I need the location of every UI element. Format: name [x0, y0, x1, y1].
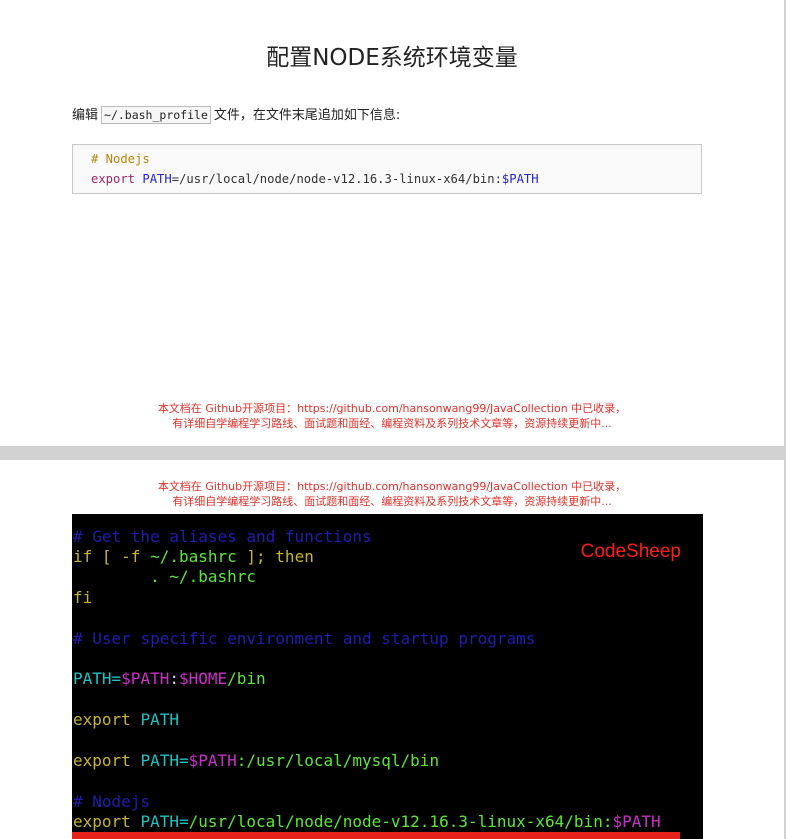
terminal-bin-path: /bin [227, 669, 266, 688]
terminal-path-var: PATH= [140, 751, 189, 770]
terminal-line-comment-user: # User specific environment and startup … [73, 629, 536, 648]
terminal-export-keyword: export [73, 710, 141, 729]
code-comment-line: # Nodejs [91, 152, 150, 166]
intro-paragraph: 编辑 ~/.bash_profile 文件，在文件末尾追加如下信息: [72, 104, 401, 124]
terminal-if-keyword: if [ -f [73, 547, 151, 566]
code-export-line: export PATH=/usr/local/node/node-v12.16.… [91, 172, 539, 186]
terminal-line-export-path: export PATH [73, 710, 179, 729]
intro-text-after: 文件，在文件末尾追加如下信息: [213, 108, 401, 123]
document-page-1: 配置NODE系统环境变量 编辑 ~/.bash_profile 文件，在文件末尾追加… [0, 0, 784, 446]
terminal-bashrc-path: ~/.bashrc [150, 547, 237, 566]
terminal-line-fi: fi [73, 588, 93, 607]
terminal-node-path: /usr/local/node/node-v12.16.3-linux-x64/… [188, 812, 613, 831]
terminal-path-ref: $PATH [121, 669, 170, 688]
terminal-path-var: PATH= [140, 812, 189, 831]
code-path-reference: $PATH [501, 172, 539, 186]
terminal-line-comment-aliases: # Get the aliases and functions [73, 527, 372, 546]
page-title: 配置NODE系统环境变量 [266, 45, 518, 71]
terminal-line-path-home: PATH=$PATH:$HOME/bin [73, 669, 266, 688]
terminal-line-if: if [ -f ~/.bashrc ]; then [73, 547, 314, 566]
terminal-export-keyword: export [73, 751, 141, 770]
header-note-line1: 本文档在 Github开源项目：https://github.com/hanso… [157, 480, 627, 493]
terminal-path-var: PATH [140, 710, 179, 729]
footer-note-line2: 有详细自学编程学习路线、面试题和面经、编程资料及系列技术文章等，资源持续更新中.… [172, 417, 612, 430]
terminal-line-export-node: export PATH=/usr/local/node/node-v12.16.… [73, 812, 661, 831]
highlight-underline [72, 832, 680, 839]
code-block: # Nodejs export PATH=/usr/local/node/nod… [72, 144, 702, 194]
terminal-path-ref: $PATH [188, 751, 237, 770]
terminal-export-keyword: export [73, 812, 141, 831]
header-note-line2: 有详细自学编程学习路线、面试题和面经、编程资料及系列技术文章等，资源持续更新中.… [172, 495, 612, 508]
terminal-colon: : [169, 669, 179, 688]
terminal-line-source: . ~/.bashrc [73, 567, 257, 586]
codesheep-watermark: CodeSheep [580, 541, 681, 562]
code-export-keyword: export [91, 172, 136, 186]
terminal-mysql-path: :/usr/local/mysql/bin [236, 751, 440, 770]
document-page-2: 本文档在 Github开源项目：https://github.com/hanso… [0, 460, 784, 839]
header-note: 本文档在 Github开源项目：https://github.com/hanso… [0, 479, 784, 509]
footer-note: 本文档在 Github开源项目：https://github.com/hanso… [0, 401, 784, 431]
terminal-home-ref: $HOME [178, 669, 228, 688]
terminal-screenshot: CodeSheep # Get the aliases and function… [72, 514, 703, 839]
inline-code-filename: ~/.bash_profile [101, 106, 211, 124]
terminal-line-comment-nodejs: # Nodejs [73, 792, 151, 811]
footer-note-line1: 本文档在 Github开源项目：https://github.com/hanso… [157, 402, 627, 415]
code-path-value: =/usr/local/node/node-v12.16.3-linux-x64… [171, 172, 502, 186]
terminal-line-export-mysql: export PATH=$PATH:/usr/local/mysql/bin [73, 751, 439, 770]
code-path-variable: PATH [142, 172, 172, 186]
terminal-then-keyword: ]; then [236, 547, 314, 566]
terminal-path-ref: $PATH [612, 812, 661, 831]
intro-text-before: 编辑 [72, 108, 99, 123]
terminal-path-var: PATH= [73, 669, 122, 688]
